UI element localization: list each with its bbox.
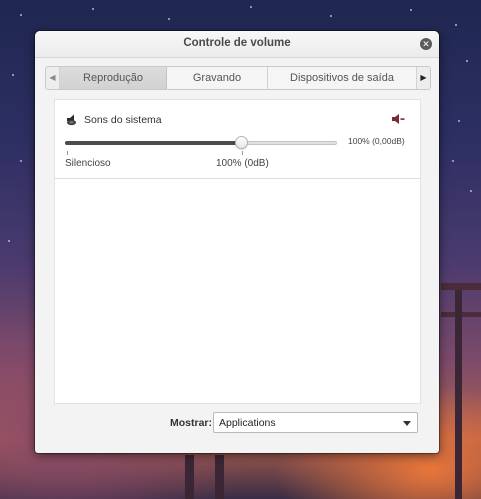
gate-beam: [441, 283, 481, 290]
titlebar[interactable]: Controle de volume ✕: [35, 31, 439, 58]
tab-bar: ◀ Reprodução Gravando Dispositivos de sa…: [45, 66, 431, 90]
gate-post: [455, 290, 462, 499]
close-icon[interactable]: ✕: [420, 38, 432, 50]
slider-tick-unity: [242, 151, 243, 155]
volume-slider-handle[interactable]: [235, 136, 249, 149]
volume-value: 100% (0,00dB): [348, 136, 405, 146]
tab-gravando[interactable]: Gravando: [167, 67, 268, 89]
tab-scroll-right-icon[interactable]: ▶: [416, 67, 430, 89]
show-filter-value: Applications: [219, 417, 276, 429]
gate-post: [185, 455, 194, 499]
mark-label-silent: Silencioso: [65, 158, 111, 169]
mute-toggle-icon[interactable]: [391, 113, 405, 125]
show-label: Mostrar:: [170, 417, 213, 429]
gate-post: [215, 455, 224, 499]
volume-slider-fill: [65, 141, 242, 145]
show-filter-select[interactable]: Applications: [213, 412, 418, 433]
volume-control-window: Controle de volume ✕ ◀ Reprodução Gravan…: [35, 31, 439, 453]
slider-tick-min: [67, 151, 68, 155]
speaker-icon: [67, 114, 76, 126]
tab-reproducao[interactable]: Reprodução: [60, 67, 167, 89]
tab-scroll-left-icon[interactable]: ◀: [46, 67, 60, 89]
window-title: Controle de volume: [183, 37, 291, 49]
chevron-down-icon: [403, 421, 411, 426]
mark-label-unity: 100% (0dB): [216, 158, 269, 169]
tab-dispositivos-de-saida[interactable]: Dispositivos de saída: [268, 67, 416, 89]
streams-list: Sons do sistema 100% (0,00dB) Silencioso…: [54, 99, 421, 404]
stream-row: Sons do sistema 100% (0,00dB) Silencioso…: [55, 100, 420, 179]
stream-name: Sons do sistema: [84, 114, 162, 126]
